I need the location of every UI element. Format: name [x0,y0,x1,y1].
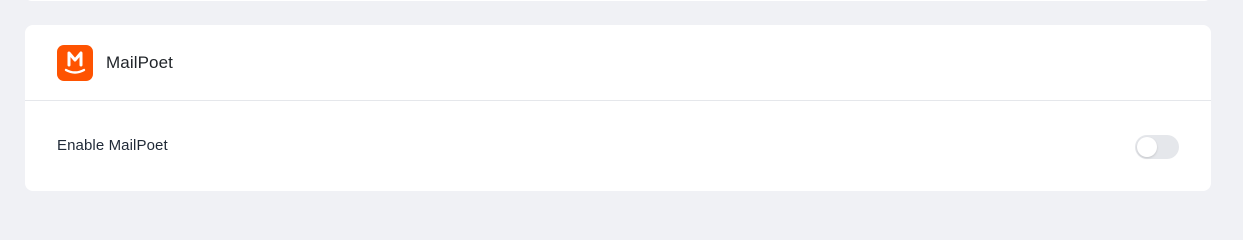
enable-mailpoet-label: Enable MailPoet [57,137,168,154]
card-header: MailPoet [25,25,1211,101]
mailpoet-logo-icon [57,44,93,81]
toggle-knob [1137,137,1157,157]
mailpoet-integration-card: MailPoet Enable MailPoet [25,25,1211,191]
mailpoet-logo-glyph [64,51,86,74]
card-body: Enable MailPoet [25,101,1211,190]
previous-card [25,0,1211,1]
card-title: MailPoet [106,52,173,72]
enable-mailpoet-toggle[interactable] [1135,135,1179,159]
